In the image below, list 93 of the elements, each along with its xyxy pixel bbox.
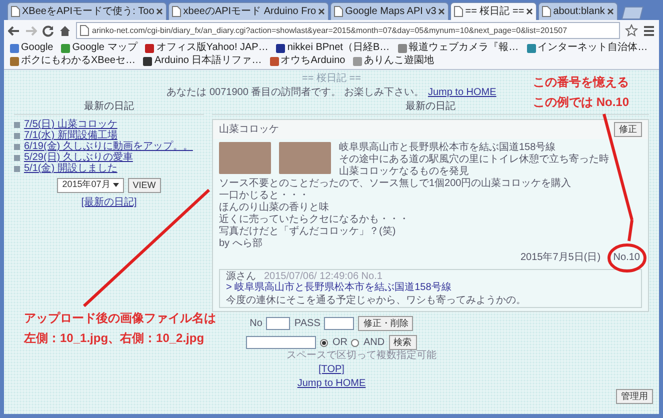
radio-button[interactable] bbox=[351, 338, 360, 346]
pass-label: PASS bbox=[294, 318, 320, 329]
view-button[interactable]: VIEW bbox=[128, 178, 161, 193]
no-label: No bbox=[250, 318, 262, 329]
number-field[interactable] bbox=[266, 317, 290, 330]
page-icon bbox=[454, 6, 464, 17]
page-icon bbox=[80, 25, 89, 36]
star-icon[interactable] bbox=[625, 24, 638, 37]
bookmark[interactable]: 報道ウェブカメラ『報… bbox=[398, 42, 519, 54]
body-text: ほんのり山菜の香りと味 bbox=[219, 202, 329, 214]
diary-entry-link[interactable]: 7/1(水) 新聞設備工場 bbox=[24, 130, 118, 141]
close-icon[interactable] bbox=[156, 8, 164, 15]
month-select[interactable]: 2015年07月 bbox=[57, 178, 124, 193]
bullet-icon bbox=[14, 166, 20, 172]
home-link[interactable]: Jump to HOME bbox=[428, 87, 496, 99]
section-heading: 最新の日記 bbox=[14, 99, 204, 115]
bookmark[interactable]: ボクにもわかるXBeeセ… bbox=[10, 55, 136, 67]
page-icon bbox=[334, 6, 344, 17]
photo-placeholder bbox=[219, 142, 271, 174]
body-text: 近くに売っていたらクセになるかも・・・ bbox=[219, 214, 409, 226]
reload-icon[interactable] bbox=[42, 24, 54, 36]
radio-label: AND bbox=[363, 337, 385, 348]
bookmark[interactable]: オウちArduino bbox=[270, 55, 346, 67]
annotation-text: 左側：10_1.jpg、右側：10_2.jpg bbox=[24, 330, 206, 347]
bookmark-icon bbox=[61, 44, 70, 52]
annotation-circle bbox=[608, 244, 646, 272]
bookmark[interactable]: nikkei BPnet（日経B… bbox=[276, 42, 390, 54]
bullet-icon bbox=[14, 144, 20, 150]
bookmark-icon bbox=[526, 44, 536, 52]
bullet-icon bbox=[14, 154, 20, 160]
body-text: 岐阜県高山市と長野県松本市を結ぶ国道158号線 bbox=[339, 142, 557, 154]
annotation-text: アップロード後の画像ファイル名は bbox=[24, 310, 216, 327]
body-text: 一口かじると・・・ bbox=[219, 190, 309, 202]
bullet-icon bbox=[14, 132, 20, 138]
edit-delete-button[interactable]: 修正・削除 bbox=[358, 316, 414, 331]
page-icon bbox=[172, 6, 182, 17]
back-icon[interactable] bbox=[8, 24, 20, 36]
caret-icon bbox=[112, 182, 119, 187]
body-text: その途中にある道の駅風穴の里にトイレ休憩で立ち寄った時 bbox=[339, 154, 609, 166]
search-field[interactable] bbox=[246, 336, 316, 349]
search-hint: スペースで区切って複数指定可能 bbox=[286, 350, 436, 361]
bookmark[interactable]: オフィス版Yahoo! JAP… bbox=[145, 42, 268, 54]
body-text: by へら部 bbox=[219, 238, 262, 250]
annotation-text: この例では No.10 bbox=[532, 94, 629, 111]
bookmark[interactable]: インターネット自治体… bbox=[526, 42, 648, 54]
url-text: arinko-net.com/cgi-bin/diary_fx/an_diary.cgi?action=showlast&year=2015&month=07&day=05&mynum=10&next_page=0&list=201507 bbox=[92, 24, 568, 36]
entry-title: 山菜コロッケ bbox=[219, 124, 279, 135]
browser-tab[interactable]: Google Maps API v3 bbox=[330, 2, 450, 20]
page-icon bbox=[11, 6, 20, 17]
diary-entry-link[interactable]: 7/5(日) 山菜コロッケ bbox=[24, 119, 118, 130]
bookmark-icon bbox=[398, 44, 407, 52]
close-icon[interactable] bbox=[606, 8, 614, 15]
annotation-text: この番号を憶える bbox=[532, 74, 629, 91]
browser-tab[interactable]: == 桜日記 == bbox=[450, 2, 538, 20]
comment-meta: 2015/07/06/ 12:49:06 No.1 bbox=[264, 271, 382, 282]
diary-entry-link[interactable]: 5/1(金) 開設しました bbox=[24, 163, 118, 174]
search-button[interactable]: 検索 bbox=[388, 335, 417, 350]
body-text: 写真だけだと「ずんだコロッケ」？(笑) bbox=[219, 226, 396, 238]
close-icon[interactable] bbox=[438, 8, 446, 15]
bookmark[interactable]: Arduino 日本語リファ… bbox=[143, 55, 262, 67]
browser-tab[interactable]: about:blank bbox=[538, 2, 618, 20]
comment-author: 源さん bbox=[226, 271, 256, 282]
home-icon[interactable] bbox=[59, 24, 71, 36]
browser-tab[interactable]: xbeeのAPIモード Arduino Fro bbox=[168, 2, 330, 20]
radio-button[interactable] bbox=[320, 338, 328, 346]
bookmark-icon bbox=[353, 56, 362, 66]
comment-quote: > 岐阜県高山市と長野県松本市を結ぶ国道158号線 bbox=[226, 282, 452, 293]
photo-placeholder bbox=[279, 142, 331, 174]
browser-tab[interactable]: XBeeをAPIモードで使う: Too bbox=[7, 2, 168, 20]
admin-button[interactable]: 管理用 bbox=[616, 389, 653, 404]
bookmark[interactable]: Google マップ bbox=[61, 42, 138, 54]
menu-icon[interactable] bbox=[643, 24, 655, 36]
close-icon[interactable] bbox=[526, 8, 534, 15]
top-link[interactable]: [TOP] bbox=[318, 364, 344, 375]
body-text: 山菜コロッケなるものを発見 bbox=[339, 166, 470, 178]
comment-text: 今度の連休にそこを通る予定じゃから、ワシも寄ってみようかの。 bbox=[226, 295, 527, 306]
bookmark[interactable]: ありんこ遊園地 bbox=[353, 55, 434, 67]
diary-entry-link[interactable]: 5/29(日) 久しぶりの愛車 bbox=[24, 152, 133, 163]
bookmark[interactable]: Google bbox=[10, 42, 54, 54]
radio-label: OR bbox=[332, 337, 348, 348]
home-link[interactable]: Jump to HOME bbox=[297, 378, 366, 389]
page-title: == 桜日記 == bbox=[302, 73, 361, 85]
diary-entry-link[interactable]: 6/19(金) 久しぶりに動画をアップ。。 bbox=[24, 141, 193, 152]
close-icon[interactable] bbox=[318, 8, 326, 15]
password-field[interactable] bbox=[324, 317, 354, 330]
bullet-icon bbox=[14, 122, 20, 128]
body-text: ソース不要とのことだったので、ソース無しで1個200円の山菜コロッケを購入 bbox=[219, 178, 572, 190]
latest-diary-link[interactable]: [最新の日記] bbox=[81, 197, 137, 208]
address-bar[interactable]: arinko-net.com/cgi-bin/diary_fx/an_diary.cgi?action=showlast&year=2015&month=07&day=05&mynum=10&next_page=0&list=201507 bbox=[76, 22, 620, 39]
entry-footer: 2015年7月5日(日) No.10 bbox=[219, 252, 642, 264]
page-icon bbox=[542, 6, 552, 17]
visitor-text: あなたは 0071900 番目の訪問者です。 お楽しみ下さい。 bbox=[166, 87, 424, 99]
edit-button[interactable]: 修正 bbox=[614, 122, 642, 137]
